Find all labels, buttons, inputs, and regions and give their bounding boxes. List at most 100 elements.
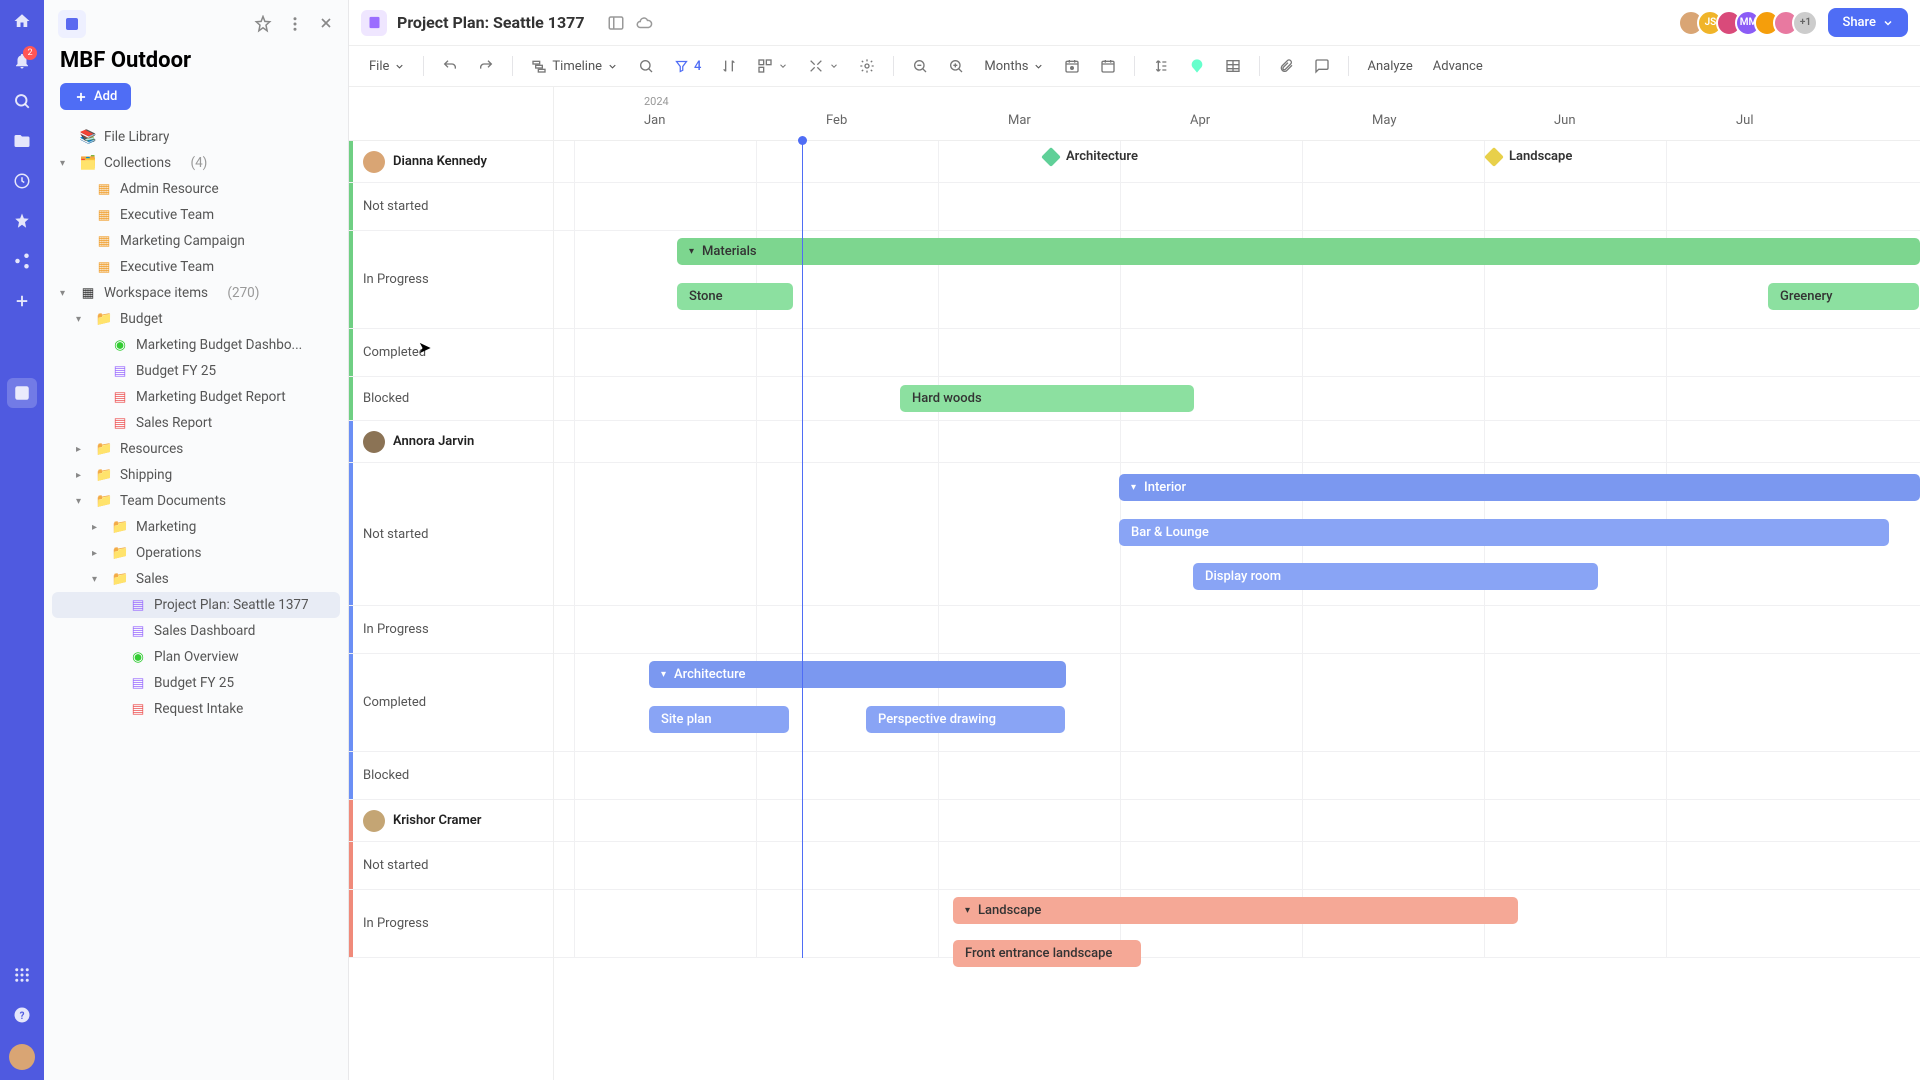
presence-avatars[interactable]: JSMM+1 <box>1685 10 1818 36</box>
file-menu[interactable]: File <box>363 55 411 78</box>
star-icon[interactable] <box>11 210 33 232</box>
person-name: Krishor Cramer <box>393 813 481 828</box>
sidebar-folder-resources[interactable]: ▸📁Resources <box>52 436 340 462</box>
comment-button[interactable] <box>1308 54 1336 78</box>
sidebar-item[interactable]: ▤Budget FY 25 <box>52 670 340 696</box>
sidebar-folder-operations[interactable]: ▸📁Operations <box>52 540 340 566</box>
search-button[interactable] <box>632 54 660 78</box>
sidebar-item[interactable]: ▦Marketing Campaign <box>52 228 340 254</box>
milestone[interactable]: Landscape <box>1487 149 1572 164</box>
timeline-group-bar[interactable]: ▾Architecture <box>649 661 1066 688</box>
timeline-task-bar[interactable]: Perspective drawing <box>866 706 1065 733</box>
zoom-unit-selector[interactable]: Months <box>978 55 1050 78</box>
timeline-task-bar[interactable]: Site plan <box>649 706 789 733</box>
timeline-task-bar[interactable]: Greenery <box>1768 283 1919 310</box>
table-button[interactable] <box>1219 54 1247 78</box>
sidebar-collections[interactable]: ▾🗂️Collections (4) <box>52 150 340 176</box>
workspace-logo[interactable] <box>58 10 86 38</box>
sidebar-item[interactable]: ◉Plan Overview <box>52 644 340 670</box>
timeline-status-row[interactable]: Blocked <box>349 377 553 421</box>
sidebar-item[interactable]: ◉Marketing Budget Dashbo... <box>52 332 340 358</box>
timeline-status-row[interactable]: Not started <box>349 183 553 231</box>
sidebar-item[interactable]: ▤Sales Report <box>52 410 340 436</box>
sidebar-item-project-plan[interactable]: ▤Project Plan: Seattle 1377 <box>52 592 340 618</box>
timeline-task-bar[interactable]: Display room <box>1193 563 1598 590</box>
add-button[interactable]: Add <box>60 83 131 110</box>
zoom-out-button[interactable] <box>906 54 934 78</box>
timeline-status-row[interactable]: In Progress <box>349 606 553 654</box>
help-icon[interactable]: ? <box>11 1004 33 1026</box>
timeline-status-row[interactable]: Completed <box>349 654 553 752</box>
timeline-status-row[interactable]: Completed <box>349 329 553 377</box>
home-icon[interactable] <box>11 10 33 32</box>
sidebar-item[interactable]: ▤Marketing Budget Report <box>52 384 340 410</box>
app-rail: 2 ? <box>0 0 44 1080</box>
zoom-in-button[interactable] <box>942 54 970 78</box>
sidebar-folder-budget[interactable]: ▾📁Budget <box>52 306 340 332</box>
sidebar-item[interactable]: ▤Budget FY 25 <box>52 358 340 384</box>
timeline-status-row[interactable]: In Progress <box>349 890 553 958</box>
timeline-group-bar[interactable]: ▾Materials <box>677 238 1920 265</box>
timeline-right-pane[interactable]: 2024JanFebMarAprMayJunJul ArchitectureLa… <box>554 87 1920 1080</box>
status-label: Not started <box>363 199 428 214</box>
group-button[interactable] <box>751 54 794 78</box>
timeline-person-row[interactable]: Dianna Kennedy <box>349 141 553 183</box>
view-mode-selector[interactable]: Timeline <box>525 54 624 78</box>
sort-button[interactable] <box>715 54 743 78</box>
timeline-task-bar[interactable]: Bar & Lounge <box>1119 519 1889 546</box>
share-icon[interactable] <box>11 250 33 272</box>
timeline-status-row[interactable]: In Progress <box>349 231 553 329</box>
timeline-task-bar[interactable]: Hard woods <box>900 385 1194 412</box>
timeline-person-row[interactable]: Krishor Cramer <box>349 800 553 842</box>
panel-icon[interactable] <box>607 14 625 32</box>
doc-icon: ▤ <box>112 389 128 405</box>
sidebar-folder-shipping[interactable]: ▸📁Shipping <box>52 462 340 488</box>
apps-icon[interactable] <box>11 964 33 986</box>
sidebar-item[interactable]: ▦Executive Team <box>52 202 340 228</box>
sidebar-item[interactable]: ▦Admin Resource <box>52 176 340 202</box>
timeline-status-row[interactable]: Not started <box>349 463 553 606</box>
plus-icon[interactable] <box>11 290 33 312</box>
today-button[interactable] <box>1058 54 1086 78</box>
sidebar-item[interactable]: ▦Executive Team <box>52 254 340 280</box>
sidebar-file-library[interactable]: 📚File Library <box>52 124 340 150</box>
sidebar-item[interactable]: ▤Sales Dashboard <box>52 618 340 644</box>
close-icon[interactable] <box>318 15 334 33</box>
timeline-group-bar[interactable]: ▾Landscape <box>953 897 1518 924</box>
attachment-button[interactable] <box>1272 54 1300 78</box>
timeline-status-row[interactable]: Not started <box>349 842 553 890</box>
share-button[interactable]: Share <box>1828 8 1908 37</box>
sidebar-item[interactable]: ▤Request Intake <box>52 696 340 722</box>
cloud-icon[interactable] <box>635 14 653 32</box>
analyze-button[interactable]: Analyze <box>1361 55 1418 78</box>
color-button[interactable] <box>1183 54 1211 78</box>
user-avatar[interactable] <box>9 1044 35 1070</box>
sidebar-folder-marketing[interactable]: ▸📁Marketing <box>52 514 340 540</box>
timeline-group-bar[interactable]: ▾Interior <box>1119 474 1920 501</box>
filter-button[interactable]: 4 <box>668 55 707 78</box>
advance-button[interactable]: Advance <box>1427 55 1489 78</box>
settings-button[interactable] <box>853 54 881 78</box>
timeline-status-row[interactable]: Blocked <box>349 752 553 800</box>
bell-icon[interactable]: 2 <box>11 50 33 72</box>
bar-label: Architecture <box>674 667 746 682</box>
clock-icon[interactable] <box>11 170 33 192</box>
sidebar-folder-sales[interactable]: ▾📁Sales <box>52 566 340 592</box>
folder-icon[interactable] <box>11 130 33 152</box>
calendar-button[interactable] <box>1094 54 1122 78</box>
star-outline-icon[interactable] <box>254 15 272 33</box>
collection-icon: 🗂️ <box>80 155 96 171</box>
undo-button[interactable] <box>436 54 464 78</box>
timeline-task-bar[interactable]: Stone <box>677 283 793 310</box>
timeline-person-row[interactable]: Annora Jarvin <box>349 421 553 463</box>
expand-button[interactable] <box>802 54 845 78</box>
timeline-task-bar[interactable]: Front entrance landscape <box>953 940 1141 967</box>
milestone[interactable]: Architecture <box>1044 149 1138 164</box>
sidebar-workspace-items[interactable]: ▾▦Workspace items (270) <box>52 280 340 306</box>
more-icon[interactable] <box>286 15 304 33</box>
workspace-icon[interactable] <box>7 378 37 408</box>
search-icon[interactable] <box>11 90 33 112</box>
sidebar-folder-team-documents[interactable]: ▾📁Team Documents <box>52 488 340 514</box>
row-height-button[interactable] <box>1147 54 1175 78</box>
redo-button[interactable] <box>472 54 500 78</box>
